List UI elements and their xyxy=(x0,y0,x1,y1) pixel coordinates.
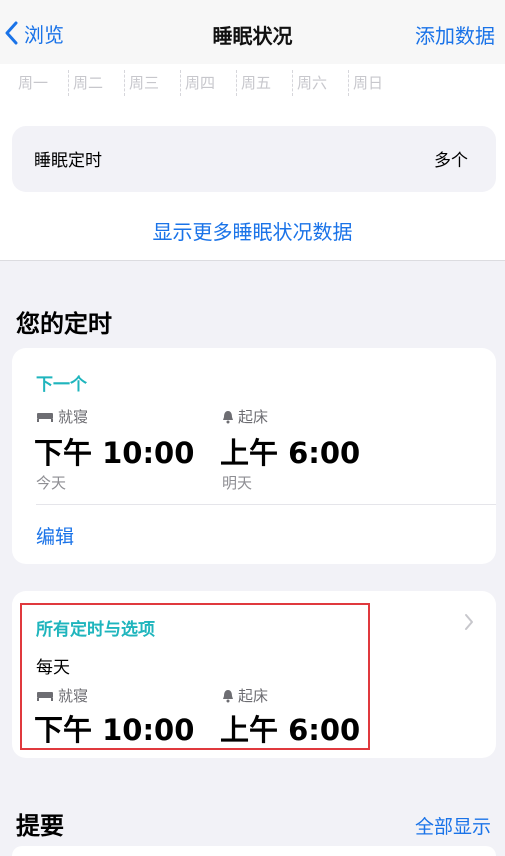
show-all-button[interactable]: 全部显示 xyxy=(415,812,491,839)
show-more-sleep-data-link[interactable]: 显示更多睡眠状况数据 xyxy=(0,216,505,245)
next-schedule-card: 下一个 就寝 下午 10:00 今天 起床 上午 6:00 明天 编辑 xyxy=(12,348,496,564)
weekday-label: 周四 xyxy=(180,70,236,96)
bedtime-day: 今天 xyxy=(36,474,67,492)
weekday-label: 周日 xyxy=(348,70,404,96)
section-divider xyxy=(0,260,505,261)
next-heading: 下一个 xyxy=(36,375,87,395)
weekday-label: 周五 xyxy=(236,70,292,96)
wake-day: 明天 xyxy=(222,474,253,492)
add-data-button[interactable]: 添加数据 xyxy=(415,20,495,49)
wake-value: 上午 6:00 xyxy=(220,436,361,470)
wake-label-text: 起床 xyxy=(238,408,269,426)
weekday-axis: 周一 周二 周三 周四 周五 周六 周日 xyxy=(12,70,412,96)
weekday-label: 周三 xyxy=(124,70,180,96)
wake-label: 起床 xyxy=(222,406,268,427)
chevron-right-icon xyxy=(465,614,473,630)
weekday-label: 周一 xyxy=(18,74,49,92)
bedtime-label-text: 就寝 xyxy=(58,408,89,426)
summary-title: 提要 xyxy=(16,812,64,840)
sleep-schedule-label: 睡眠定时 xyxy=(34,151,102,171)
bedtime-label: 就寝 xyxy=(36,406,88,427)
your-schedule-title: 您的定时 xyxy=(16,310,112,338)
sleep-chart-panel: 周一 周二 周三 周四 周五 周六 周日 睡眠定时 多个 显示更多睡眠状况数据 xyxy=(0,64,505,260)
card-separator xyxy=(36,504,496,505)
edit-button[interactable]: 编辑 xyxy=(36,522,74,549)
weekday-label: 周二 xyxy=(68,70,124,96)
sleep-schedule-row[interactable]: 睡眠定时 多个 xyxy=(12,126,496,192)
summary-card xyxy=(12,846,496,856)
navigation-bar: 浏览 睡眠状况 添加数据 xyxy=(0,0,505,64)
alarm-bell-icon xyxy=(223,410,233,423)
sleep-schedule-value: 多个 xyxy=(434,151,468,171)
highlight-annotation-box xyxy=(20,603,370,750)
bedtime-value: 下午 10:00 xyxy=(34,436,195,470)
weekday-label: 周六 xyxy=(292,70,348,96)
bed-icon xyxy=(37,412,53,422)
